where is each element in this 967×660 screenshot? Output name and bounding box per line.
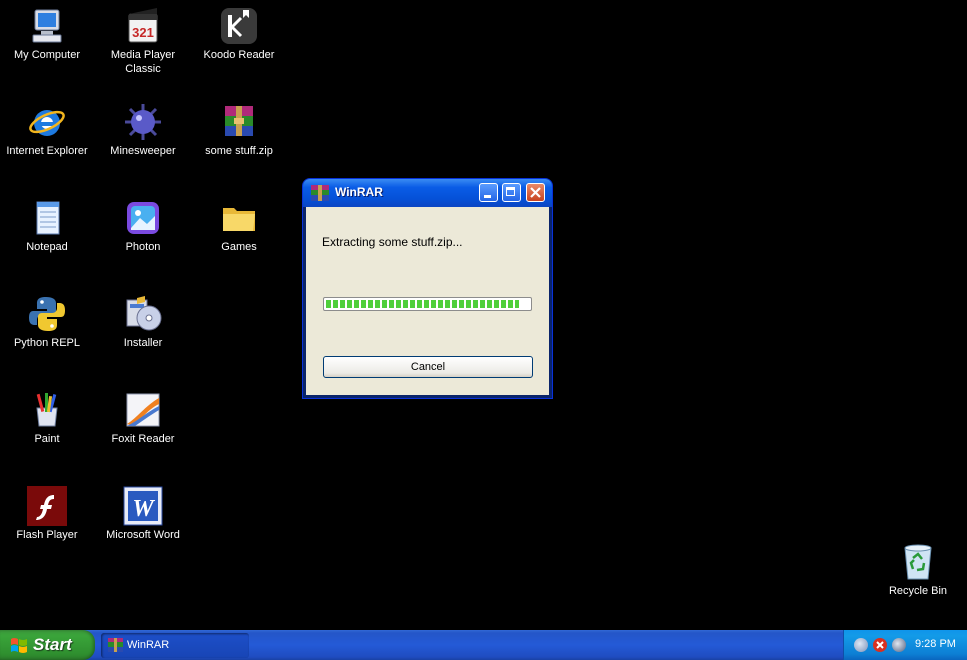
clock: 9:28 PM	[915, 638, 956, 650]
foxit-reader-icon	[123, 390, 163, 430]
desktop-icon-microsoft-word[interactable]: W Microsoft Word	[98, 486, 188, 542]
desktop-icon-minesweeper[interactable]: Minesweeper	[98, 102, 188, 158]
taskbar-item-label: WinRAR	[127, 639, 170, 651]
photon-icon	[123, 198, 163, 238]
system-tray: 9:28 PM	[843, 630, 967, 660]
desktop-icon-label: some stuff.zip	[205, 145, 273, 157]
my-computer-icon	[27, 6, 67, 46]
desktop-icon-label: My Computer	[13, 49, 81, 61]
installer-icon	[123, 294, 163, 334]
volume-icon[interactable]	[892, 638, 906, 652]
python-icon	[27, 294, 67, 334]
title-bar[interactable]: WinRAR	[303, 179, 552, 207]
winrar-icon	[311, 185, 329, 201]
recycle-bin-icon	[898, 542, 938, 582]
svg-text:321: 321	[132, 25, 154, 40]
folder-icon	[219, 198, 259, 238]
progress-fill	[326, 300, 519, 308]
security-alert-icon[interactable]	[873, 638, 887, 652]
paint-icon	[27, 390, 67, 430]
flash-player-icon	[27, 486, 67, 526]
desktop-icon-paint[interactable]: Paint	[2, 390, 92, 446]
windows-logo-icon	[10, 637, 28, 654]
desktop-icon-my-computer[interactable]: My Computer	[2, 6, 92, 62]
maximize-icon	[506, 187, 515, 196]
desktop-icon-games[interactable]: Games	[194, 198, 284, 254]
winrar-icon	[108, 638, 123, 652]
status-message: Extracting some stuff.zip...	[322, 235, 463, 249]
desktop-icon-flash-player[interactable]: Flash Player	[2, 486, 92, 542]
desktop-icon-python-repl[interactable]: Python REPL	[2, 294, 92, 350]
start-button[interactable]: Start	[0, 630, 95, 660]
desktop-icon-installer[interactable]: Installer	[98, 294, 188, 350]
desktop-icon-label: Python REPL	[13, 337, 81, 349]
desktop-icon-label: Photon	[125, 241, 161, 253]
desktop-icon-label: Foxit Reader	[111, 433, 175, 445]
desktop-icon-internet-explorer[interactable]: Internet Explorer	[2, 102, 92, 158]
desktop-icon-label: Installer	[123, 337, 163, 349]
taskbar-item-winrar[interactable]: WinRAR	[101, 633, 249, 658]
maximize-button[interactable]	[502, 183, 521, 202]
desktop-icon-label: Media Player Classic	[110, 49, 176, 75]
minimize-icon	[484, 195, 491, 198]
taskbar: Start WinRAR 9:28 PM	[0, 630, 967, 660]
network-icon[interactable]	[854, 638, 868, 652]
internet-explorer-icon	[27, 102, 67, 142]
cancel-button[interactable]: Cancel	[323, 356, 533, 378]
notepad-icon	[27, 198, 67, 238]
desktop-icon-media-player-classic[interactable]: 321 Media Player Classic	[98, 6, 188, 76]
desktop-icon-photon[interactable]: Photon	[98, 198, 188, 254]
desktop-icon-recycle-bin[interactable]: Recycle Bin	[873, 542, 963, 598]
desktop-icon-label: Games	[221, 241, 257, 253]
window-title: WinRAR	[335, 185, 383, 199]
minesweeper-icon	[123, 102, 163, 142]
start-label: Start	[33, 635, 72, 654]
close-button[interactable]	[526, 183, 545, 202]
koodo-reader-icon	[219, 6, 259, 46]
desktop-icon-foxit-reader[interactable]: Foxit Reader	[98, 390, 188, 446]
desktop-icon-label: Koodo Reader	[203, 49, 275, 61]
desktop-icon-notepad[interactable]: Notepad	[2, 198, 92, 254]
microsoft-word-icon: W	[123, 486, 163, 526]
desktop-icon-label: Notepad	[26, 241, 68, 253]
media-player-classic-icon: 321	[123, 6, 163, 46]
desktop-icon-label: Paint	[34, 433, 60, 445]
desktop-icon-label: Recycle Bin	[888, 585, 948, 597]
minimize-button[interactable]	[479, 183, 498, 202]
dialog-body: Extracting some stuff.zip... Cancel	[306, 207, 549, 395]
desktop-icon-label: Minesweeper	[110, 145, 176, 157]
desktop-icon-some-stuff-zip[interactable]: some stuff.zip	[194, 102, 284, 158]
svg-text:W: W	[132, 496, 155, 522]
desktop-icon-label: Microsoft Word	[106, 529, 180, 541]
desktop-icon-koodo-reader[interactable]: Koodo Reader	[194, 6, 284, 62]
desktop-icon-label: Internet Explorer	[6, 145, 88, 157]
desktop-icon-label: Flash Player	[16, 529, 78, 541]
close-icon	[530, 187, 541, 198]
progress-bar	[323, 297, 532, 311]
winrar-window: WinRAR Extracting some stuff.zip... Canc…	[303, 179, 552, 398]
winrar-archive-icon	[219, 102, 259, 142]
